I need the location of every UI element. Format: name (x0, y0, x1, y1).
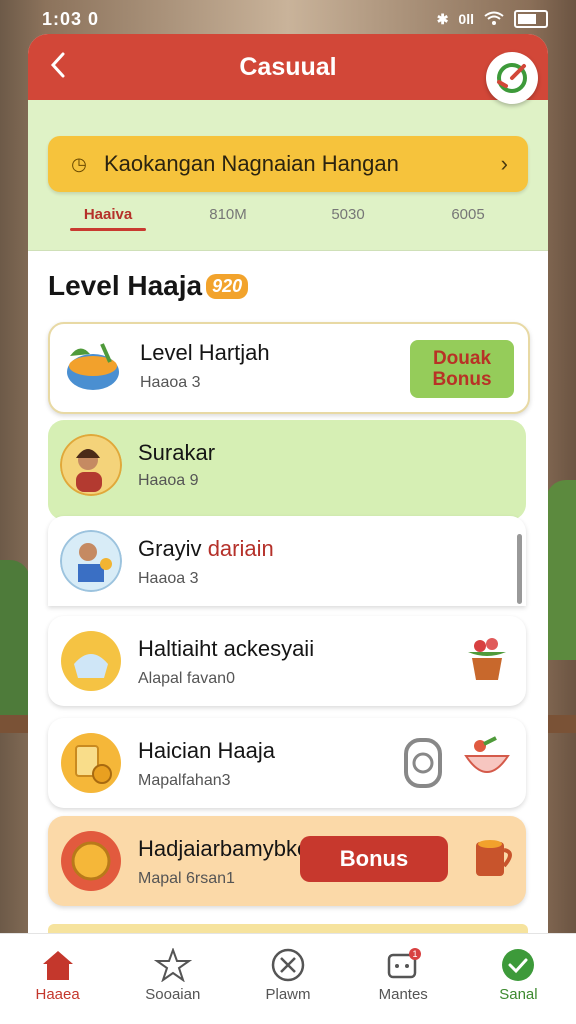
nav-messages-label: Mantes (378, 986, 428, 1003)
food-bowl-icon (67, 343, 119, 390)
double-bonus-button[interactable]: Douak Bonus (410, 340, 514, 398)
card-title-highlight: dariain (207, 536, 274, 561)
card-title: Haician Haaja (138, 738, 275, 763)
nav-messages[interactable]: 1 Mantes (346, 934, 461, 1024)
nav-social-label: Sanal (499, 986, 538, 1003)
nav-search-label: Sooaian (145, 986, 201, 1003)
card-subtitle: Haaoa 3 (138, 570, 199, 587)
coins-receipt-icon (61, 733, 121, 793)
chevron-left-icon (50, 52, 65, 78)
list-item[interactable]: Hadjaiarbamybke Mapal 6rsan1 Bonus (48, 816, 526, 906)
tab-2[interactable]: 810M (168, 206, 288, 233)
card-subtitle: Haaoa 9 (138, 472, 199, 489)
promo-banner[interactable]: ◷ Kaokangan Nagnaian Hangan › (48, 136, 528, 192)
card-title-part: Grayiv (138, 536, 208, 561)
card-subtitle: Alapal favan0 (138, 670, 235, 687)
card-title: Level Hartjah (140, 340, 270, 365)
card-subtitle: Mapalfahan3 (138, 772, 231, 789)
person-avatar-icon (60, 434, 122, 496)
battery-icon (514, 10, 548, 28)
top-panel: ◷ Kaokangan Nagnaian Hangan › Haaiva 810… (28, 100, 548, 251)
tab-4[interactable]: 6005 (408, 206, 528, 233)
close-circle-icon (271, 948, 305, 982)
status-time: 1:03 0 (42, 9, 100, 29)
card-subtitle: Mapal 6rsan1 (138, 870, 235, 887)
bottom-navigation: Haaea Sooaian Plawm 1 Mantes Sanal (0, 933, 576, 1024)
card-title: Hadjaiarbamybke (138, 836, 310, 861)
list-item[interactable]: Level Hartjah Haaoa 3 Douak Bonus (48, 322, 530, 414)
nav-plan-label: Plawm (265, 986, 311, 1003)
nav-home-label: Haaea (35, 986, 80, 1003)
chevron-right-icon: › (500, 151, 508, 176)
ring-icon (404, 738, 442, 788)
dessert-bowl-icon (464, 736, 510, 773)
list-item[interactable]: Surakar Haaoa 9 (48, 420, 526, 520)
bonus-button[interactable]: Bonus (300, 836, 448, 882)
nav-home[interactable]: Haaea (0, 934, 115, 1024)
list-item[interactable]: Grayiv dariain Haaoa 3 (48, 516, 526, 606)
section-title-text: Level Haaja (48, 270, 203, 301)
coin-icon (61, 831, 121, 891)
tea-mug-icon (476, 840, 512, 876)
status-bar: 1:03 0 ✱ 0ll (0, 0, 576, 38)
page-title: Casuual (239, 52, 337, 81)
section-title: Level Haaja 920 (48, 270, 249, 302)
card-title: Haltiaiht ackesyaii (138, 636, 315, 661)
signal-icon: 0ll (458, 11, 474, 27)
home-icon (42, 951, 73, 980)
back-button[interactable] (48, 50, 78, 84)
promo-text: Kaokangan Nagnaian Hangan (104, 151, 399, 176)
tab-3[interactable]: 5030 (288, 206, 408, 233)
level-badge: 920 (206, 273, 249, 299)
nav-plan[interactable]: Plawm (230, 934, 345, 1024)
card-title: Surakar (138, 440, 216, 465)
flower-pot-icon (468, 638, 506, 680)
list-item[interactable]: Haltiaiht ackesyaii Alapal favan0 (48, 616, 526, 706)
chat-icon: 1 (387, 948, 422, 979)
scrollbar[interactable] (517, 534, 522, 604)
notification-count: 1 (413, 949, 418, 959)
app-window: Casuual ◷ Kaokangan Nagnaian Hangan › Ha… (28, 34, 548, 934)
courier-avatar-icon (60, 530, 122, 592)
nav-search[interactable]: Sooaian (115, 934, 230, 1024)
tab-bar: Haaiva 810M 5030 6005 (48, 206, 528, 233)
background-plant-left (0, 560, 30, 720)
card-subtitle: Haaoa 3 (140, 374, 201, 391)
refresh-logo-icon (497, 63, 527, 93)
wifi-icon (484, 11, 504, 25)
check-circle-icon (502, 949, 535, 981)
app-logo-button[interactable] (486, 52, 538, 104)
list-item[interactable]: Haician Haaja Mapalfahan3 (48, 718, 526, 808)
nav-social[interactable]: Sanal (461, 934, 576, 1024)
card-title: Grayiv dariain (138, 536, 274, 562)
tab-1[interactable]: Haaiva (48, 206, 168, 233)
star-icon (153, 948, 192, 982)
status-icons: ✱ 0ll (437, 10, 548, 28)
ice-bowl-icon (61, 631, 121, 691)
clock-icon: ◷ (71, 154, 87, 174)
background-plant-right (546, 480, 576, 660)
app-header: Casuual (28, 34, 548, 104)
bluetooth-icon: ✱ (436, 10, 449, 27)
